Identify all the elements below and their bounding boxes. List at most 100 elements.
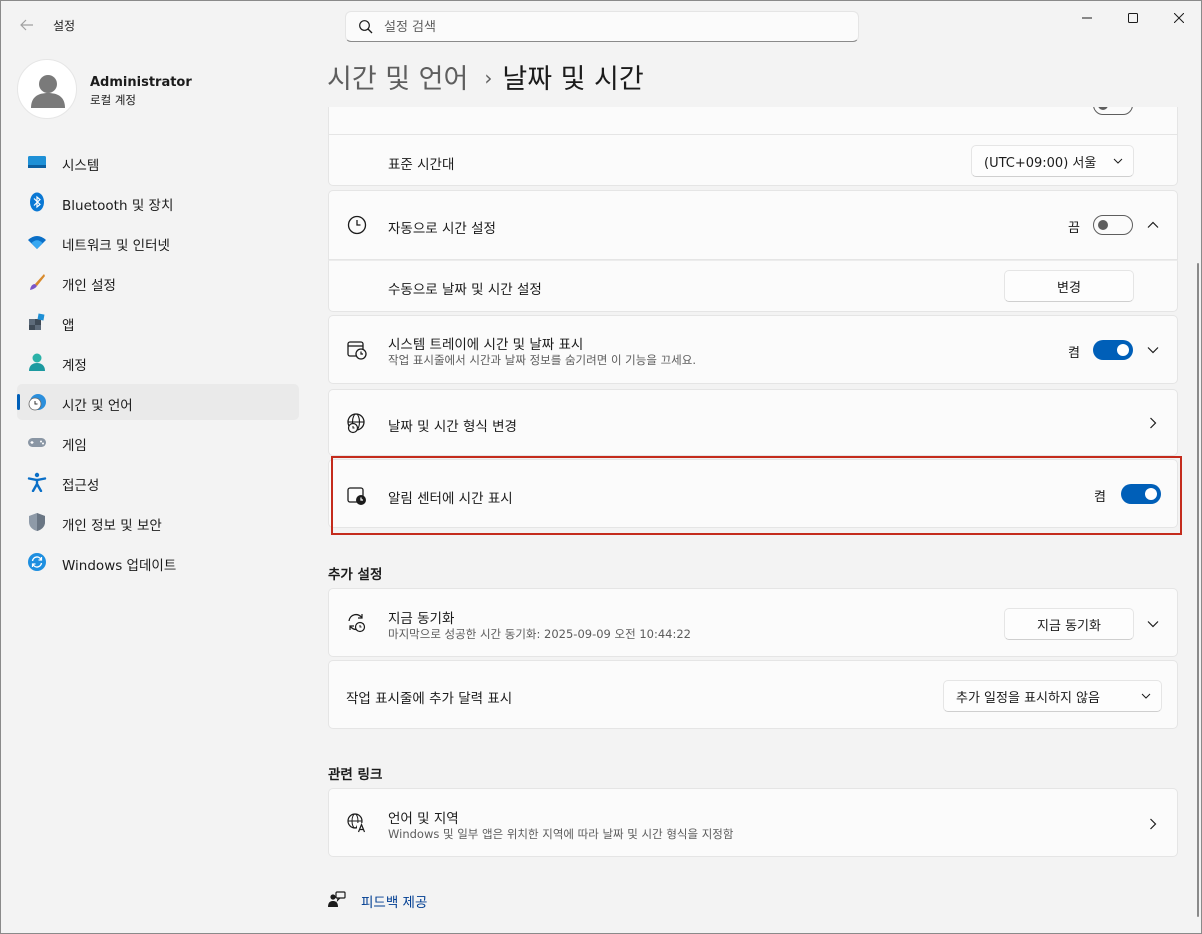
sidebar-item-label: 시간 및 언어 — [62, 398, 133, 414]
account-icon — [29, 353, 45, 371]
tray-time-row: 시스템 트레이에 시간 및 날짜 표시 작업 표시줄에서 시간과 날짜 정보를 … — [328, 315, 1178, 384]
shield-icon — [29, 513, 45, 531]
sidebar-item-accounts[interactable]: 계정 — [17, 344, 299, 380]
change-time-button[interactable]: 변경 — [1004, 270, 1134, 302]
sidebar-nav: 시스템 Bluetooth 및 장치 네트워크 및 인터넷 개인 설정 앱 계정… — [17, 144, 299, 584]
gamepad-icon — [28, 438, 46, 447]
manual-time-row: 수동으로 날짜 및 시간 설정 변경 — [328, 260, 1178, 312]
sidebar-item-label: Bluetooth 및 장치 — [62, 198, 174, 214]
sidebar-item-label: Windows 업데이트 — [62, 558, 177, 574]
language-icon — [347, 813, 367, 833]
manual-time-label: 수동으로 날짜 및 시간 설정 — [388, 282, 542, 298]
scrollbar[interactable] — [1197, 263, 1199, 917]
calendar-value: 추가 일정을 표시하지 않음 — [956, 690, 1100, 706]
timezone-dropdown[interactable]: (UTC+09:00) 서울 — [971, 145, 1134, 177]
sidebar-item-bluetooth[interactable]: Bluetooth 및 장치 — [17, 184, 299, 220]
sidebar-item-apps[interactable]: 앱 — [17, 304, 299, 340]
auto-time-label: 자동으로 시간 설정 — [388, 221, 496, 237]
minimize-button[interactable] — [1064, 1, 1110, 35]
sidebar-item-label: 개인 설정 — [62, 278, 116, 294]
breadcrumb-separator: › — [484, 66, 493, 90]
language-region-description: Windows 및 일부 앱은 위치한 지역에 따라 날짜 및 시간 형식을 지… — [388, 827, 734, 841]
chevron-right-icon — [1150, 818, 1157, 830]
back-button[interactable] — [13, 11, 41, 39]
sidebar-item-system[interactable]: 시스템 — [17, 144, 299, 180]
sidebar-item-gaming[interactable]: 게임 — [17, 424, 299, 460]
title-bar: 설정 — [1, 1, 1201, 49]
brush-icon — [30, 274, 45, 290]
hidden-setting-row — [328, 107, 1178, 134]
time-language-icon — [28, 394, 46, 411]
auto-time-toggle[interactable] — [1093, 215, 1133, 235]
timezone-label: 표준 시간대 — [388, 157, 455, 173]
sidebar-item-label: 네트워크 및 인터넷 — [62, 238, 170, 254]
maximize-button[interactable] — [1110, 1, 1156, 35]
notification-time-row: 알림 센터에 시간 표시 — [328, 459, 1178, 528]
notification-time-label: 알림 센터에 시간 표시 — [388, 491, 513, 507]
sidebar-item-label: 개인 정보 및 보안 — [62, 518, 162, 534]
tray-time-toggle[interactable] — [1093, 340, 1133, 360]
sidebar-item-windows-update[interactable]: Windows 업데이트 — [17, 544, 299, 580]
chevron-down-icon[interactable] — [1146, 617, 1160, 631]
feedback-icon — [328, 891, 346, 907]
tray-time-state: 켬 — [1068, 346, 1080, 361]
user-profile[interactable]: Administrator 로컬 계정 — [17, 59, 297, 121]
sidebar-item-label: 접근성 — [62, 478, 100, 494]
language-region-label: 언어 및 지역 — [388, 811, 459, 827]
sidebar-item-privacy[interactable]: 개인 정보 및 보안 — [17, 504, 299, 540]
back-arrow-icon — [20, 19, 33, 31]
accessibility-icon — [27, 472, 47, 492]
notification-time-toggle[interactable] — [1121, 484, 1161, 504]
chevron-down-icon[interactable] — [1146, 343, 1160, 357]
format-row[interactable]: 날짜 및 시간 형식 변경 — [328, 389, 1178, 456]
chevron-up-icon[interactable] — [1146, 218, 1160, 232]
calendar-dropdown[interactable]: 추가 일정을 표시하지 않음 — [943, 680, 1162, 712]
sidebar-item-label: 계정 — [62, 358, 87, 374]
auto-time-row: 자동으로 시간 설정 끔 — [328, 190, 1178, 260]
minimize-icon — [1082, 17, 1092, 19]
related-links-heading: 관련 링크 — [328, 767, 383, 783]
notification-time-state: 켬 — [1094, 490, 1106, 505]
sidebar-item-personalization[interactable]: 개인 설정 — [17, 264, 299, 300]
settings-content: 표준 시간대 (UTC+09:00) 서울 자동으로 시간 설정 끔 수동으로 … — [328, 107, 1178, 933]
page-title: 날짜 및 시간 — [502, 64, 644, 95]
sync-clock-icon — [348, 613, 366, 633]
sync-description: 마지막으로 성공한 시간 동기화: 2025-09-09 오전 10:44:22 — [388, 627, 691, 641]
sidebar-item-accessibility[interactable]: 접근성 — [17, 464, 299, 500]
calendar-label: 작업 표시줄에 추가 달력 표시 — [346, 691, 513, 707]
sidebar-item-label: 시스템 — [62, 158, 100, 174]
app-title: 설정 — [53, 19, 76, 33]
feedback-label: 피드백 제공 — [361, 895, 428, 911]
timezone-row: 표준 시간대 (UTC+09:00) 서울 — [328, 134, 1178, 186]
close-icon — [1174, 13, 1184, 23]
system-icon — [28, 156, 46, 168]
avatar — [17, 59, 77, 119]
user-silhouette-icon — [31, 75, 65, 108]
sync-now-button[interactable]: 지금 동기화 — [1004, 608, 1134, 640]
sidebar-item-time-language[interactable]: 시간 및 언어 — [17, 384, 299, 420]
tray-time-label: 시스템 트레이에 시간 및 날짜 표시 — [388, 337, 584, 353]
additional-settings-heading: 추가 설정 — [328, 567, 383, 583]
notification-clock-icon — [347, 487, 366, 505]
apps-icon — [29, 313, 45, 330]
breadcrumb: 시간 및 언어 › 날짜 및 시간 — [327, 57, 644, 97]
close-button[interactable] — [1156, 1, 1201, 35]
clock-icon — [347, 215, 367, 235]
hidden-toggle[interactable] — [1093, 107, 1133, 115]
breadcrumb-parent[interactable]: 시간 및 언어 — [327, 64, 468, 95]
sync-label: 지금 동기화 — [388, 611, 455, 627]
search-input[interactable] — [384, 16, 844, 38]
sidebar-item-label: 앱 — [62, 318, 75, 334]
timezone-value: (UTC+09:00) 서울 — [984, 155, 1097, 171]
sync-row: 지금 동기화 마지막으로 성공한 시간 동기화: 2025-09-09 오전 1… — [328, 588, 1178, 657]
search-box[interactable] — [345, 11, 859, 42]
language-region-link[interactable]: 언어 및 지역 Windows 및 일부 앱은 위치한 지역에 따라 날짜 및 … — [328, 788, 1178, 857]
calendar-row: 작업 표시줄에 추가 달력 표시 추가 일정을 표시하지 않음 — [328, 660, 1178, 729]
settings-window: 설정 Administrator 로컬 계정 시스템 Bluetooth 및 — [0, 0, 1202, 934]
globe-clock-icon — [347, 413, 365, 434]
sidebar-item-network[interactable]: 네트워크 및 인터넷 — [17, 224, 299, 260]
wifi-icon — [28, 236, 46, 249]
profile-name: Administrator — [90, 75, 192, 90]
auto-time-state: 끔 — [1068, 221, 1080, 236]
search-icon — [359, 20, 373, 34]
